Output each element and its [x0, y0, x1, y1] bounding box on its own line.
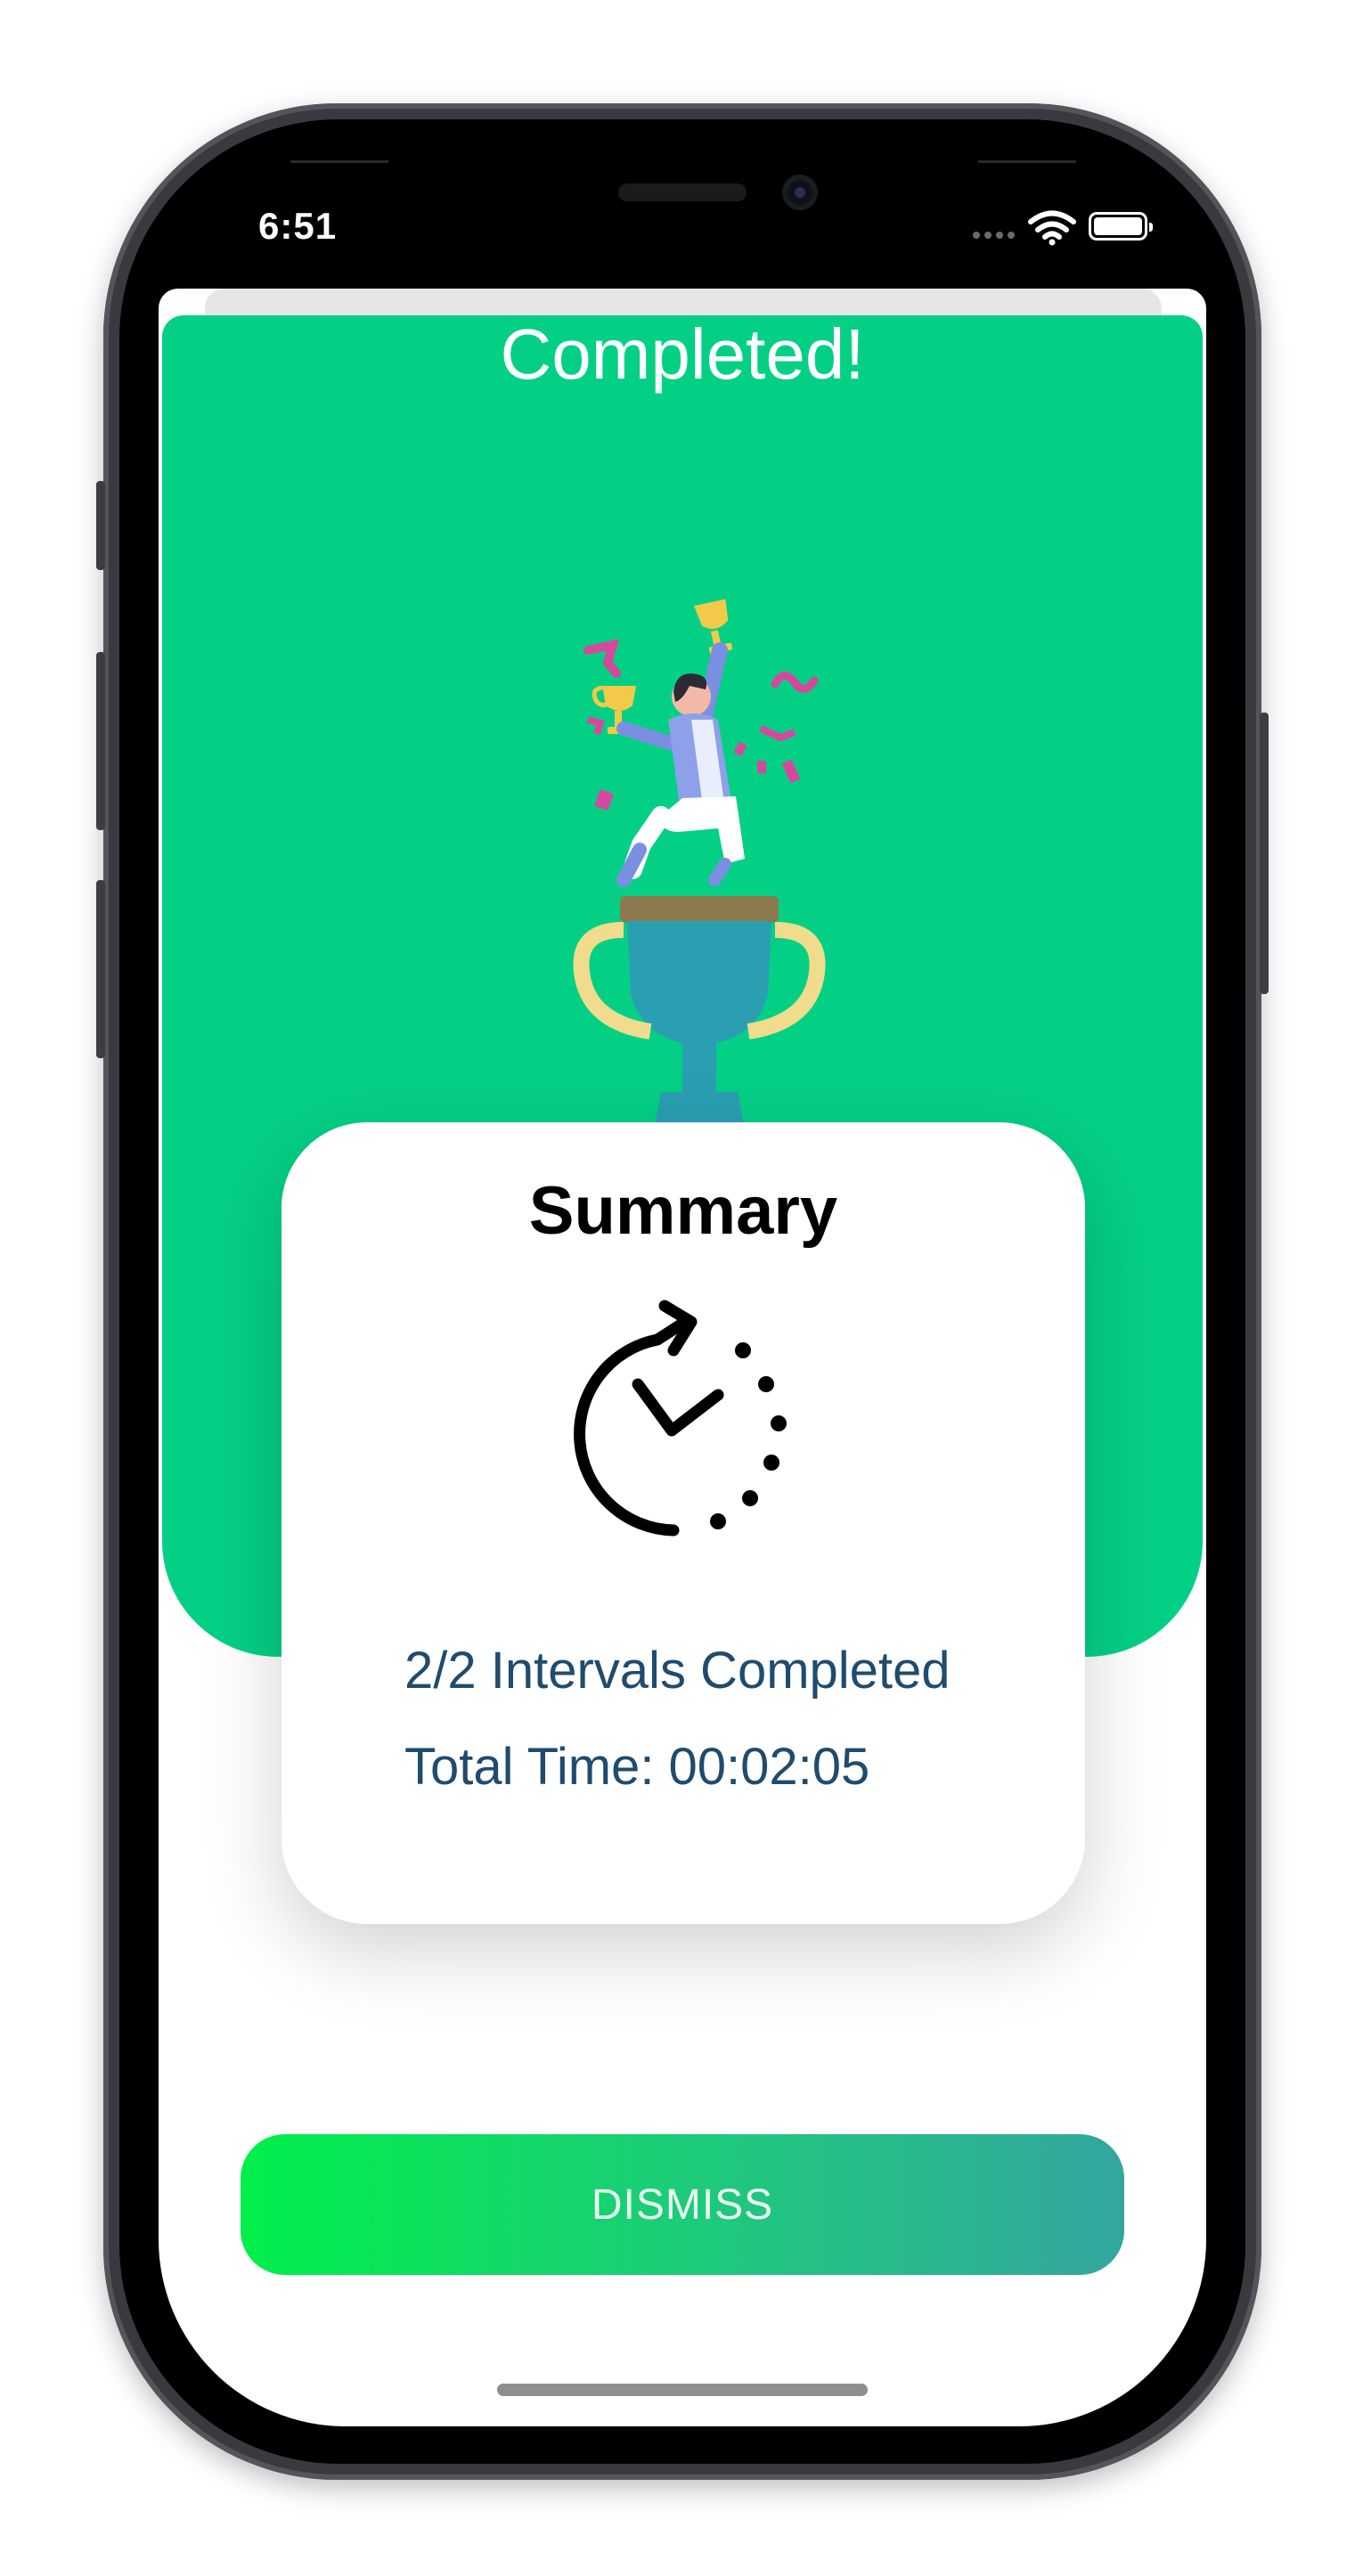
earpiece-speaker — [618, 183, 747, 201]
sensor-line-right — [978, 160, 1076, 163]
trophy-illustration — [573, 599, 826, 1129]
mute-switch — [96, 481, 105, 570]
intervals-completed-text: 2/2 Intervals Completed — [404, 1642, 951, 1700]
front-camera — [782, 175, 818, 210]
sensor-line-left — [290, 160, 388, 163]
summary-card: Summary 2/2 Intervals Completed Total Ti… — [282, 1122, 1085, 1924]
battery-icon — [1089, 212, 1153, 240]
total-time-text: Total Time: 00:02:05 — [404, 1738, 870, 1796]
page-title: Completed! — [500, 314, 865, 394]
timer-icon — [574, 1300, 787, 1537]
summary-title: Summary — [528, 1173, 838, 1249]
dismiss-button[interactable]: DISMISS — [241, 2134, 1124, 2275]
power-button — [1260, 713, 1269, 994]
volume-down-button — [96, 880, 105, 1058]
wifi-icon — [1028, 210, 1076, 246]
status-bar-time: 6:51 — [258, 205, 338, 247]
volume-up-button — [96, 652, 105, 830]
home-indicator[interactable] — [497, 2384, 868, 2396]
cellular-signal-icon — [973, 232, 1015, 239]
title-container: Completed! — [159, 0, 1206, 394]
